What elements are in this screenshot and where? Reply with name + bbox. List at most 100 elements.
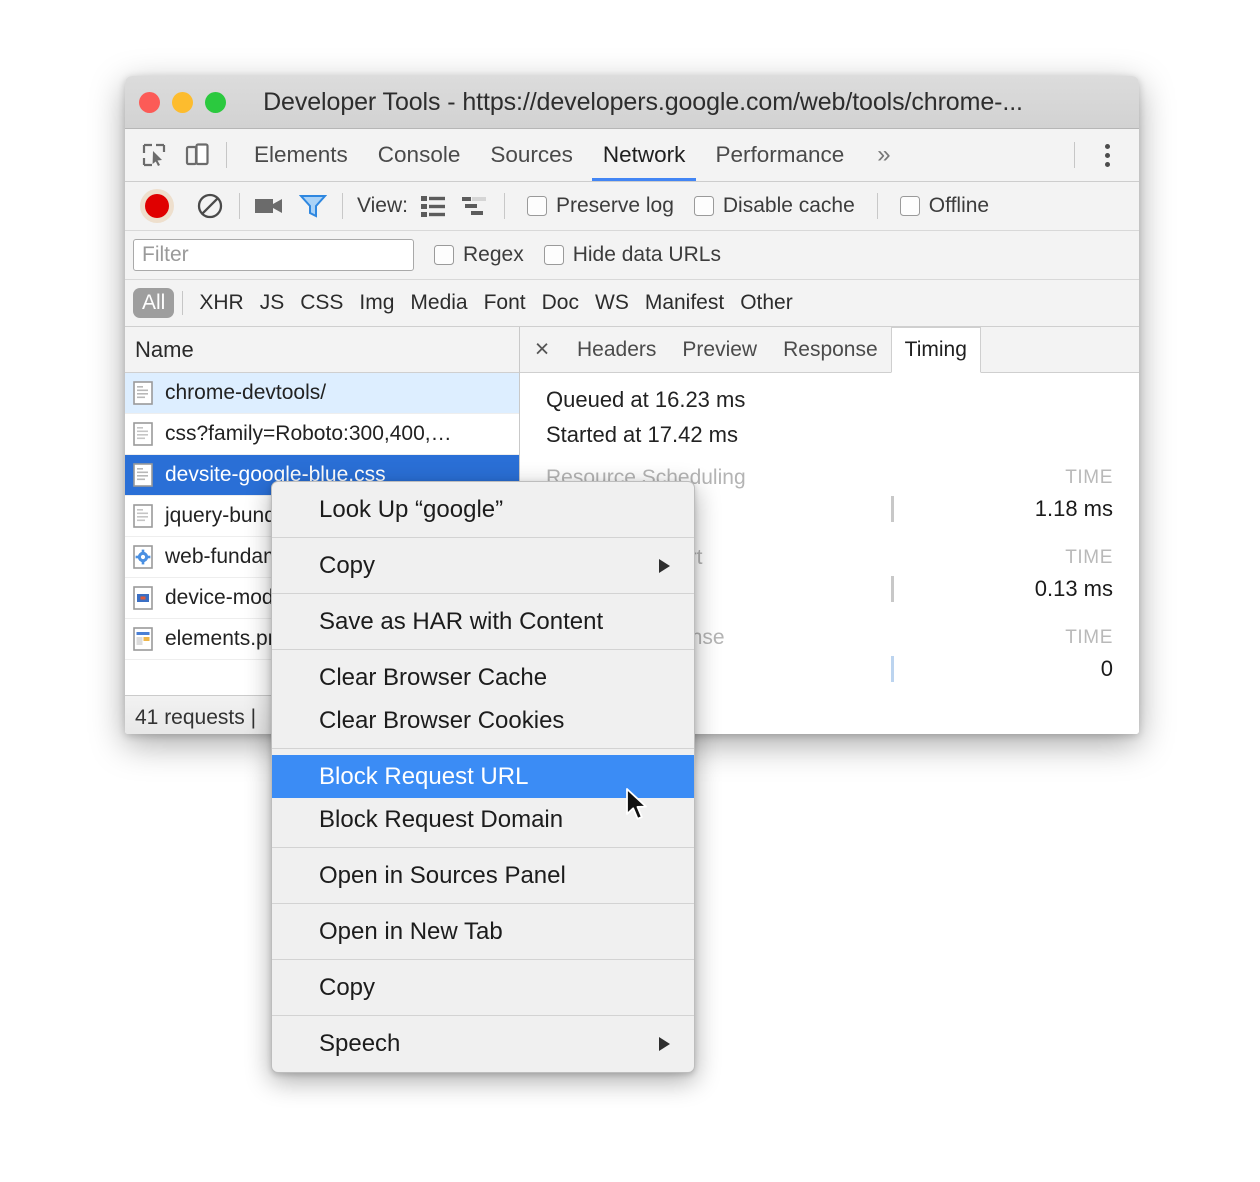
menu-separator [272, 903, 694, 904]
type-filter-js[interactable]: JS [252, 291, 293, 315]
preserve-log-checkbox[interactable]: Preserve log [526, 194, 674, 218]
tab-headers-label: Headers [577, 337, 657, 361]
type-filter-doc[interactable]: Doc [534, 291, 587, 315]
list-view-button[interactable] [416, 189, 450, 223]
regex-box[interactable] [434, 245, 454, 265]
menu-separator [272, 959, 694, 960]
type-filter-xhr[interactable]: XHR [191, 291, 251, 315]
chevron-right-icon [659, 1036, 670, 1051]
document-icon [133, 422, 153, 446]
type-filter-media[interactable]: Media [402, 291, 475, 315]
table-row[interactable]: css?family=Roboto:300,400,… [125, 414, 519, 455]
regex-label: Regex [463, 243, 524, 266]
chevron-right-icon [659, 558, 670, 573]
menu-item-open-in-new-tab-label: Open in New Tab [319, 917, 503, 945]
disable-cache-checkbox[interactable]: Disable cache [693, 194, 855, 218]
tab-performance-label: Performance [715, 142, 845, 167]
regex-checkbox[interactable]: Regex [434, 243, 524, 267]
kebab-dot-3 [1104, 161, 1110, 167]
menu-item-block-request-domain-label: Block Request Domain [319, 805, 564, 833]
tab-sources[interactable]: Sources [475, 129, 588, 181]
offline-box[interactable] [899, 196, 920, 216]
tab-console[interactable]: Console [363, 129, 476, 181]
zoom-window-button[interactable] [205, 91, 226, 113]
type-filter-font[interactable]: Font [476, 291, 534, 315]
request-count-label: 41 requests | [135, 706, 257, 729]
menu-item-open-in-new-tab[interactable]: Open in New Tab [272, 910, 694, 953]
type-filter-other[interactable]: Other [732, 291, 801, 315]
hide-data-urls-box[interactable] [543, 245, 564, 265]
offline-checkbox[interactable]: Offline [899, 194, 990, 218]
tab-timing-label: Timing [904, 338, 967, 361]
devtools-tab-bar: Elements Console Sources Network Perform… [125, 129, 1139, 182]
timing-value: 0 [1100, 656, 1113, 681]
type-filter-css[interactable]: CSS [292, 291, 351, 315]
filter-input[interactable]: Filter [133, 239, 414, 271]
menu-item-save-har-label: Save as HAR with Content [319, 607, 604, 635]
timing-value: 1.18 ms [1034, 496, 1113, 521]
kebab-dot-2 [1104, 152, 1110, 158]
type-filter-row: All XHR JS CSS Img Media Font Doc WS Man… [125, 280, 1139, 327]
timing-value: 0.13 ms [1034, 576, 1113, 601]
menu-item-open-in-sources-panel-label: Open in Sources Panel [319, 861, 566, 889]
tab-preview[interactable]: Preview [669, 327, 770, 372]
table-row[interactable]: chrome-devtools/ [125, 373, 519, 414]
detail-tab-bar: × Headers Preview Response Timing [520, 327, 1139, 373]
menu-item-copy[interactable]: Copy [272, 966, 694, 1009]
tab-elements[interactable]: Elements [239, 129, 363, 181]
close-window-button[interactable] [139, 91, 160, 113]
device-toolbar-icon[interactable] [180, 138, 214, 172]
menu-item-block-request-url[interactable]: Block Request URL [272, 755, 694, 798]
type-filter-img[interactable]: Img [351, 291, 402, 315]
kebab-menu-icon[interactable] [1087, 129, 1127, 181]
document-icon [133, 463, 153, 487]
menu-item-speech[interactable]: Speech [272, 1022, 694, 1065]
document-icon [133, 504, 153, 528]
camera-button[interactable] [252, 189, 286, 223]
clear-button[interactable] [193, 189, 227, 223]
record-button[interactable] [145, 194, 169, 218]
menu-item-look-up[interactable]: Look Up “google” [272, 488, 694, 531]
menu-item-clear-browser-cookies[interactable]: Clear Browser Cookies [272, 699, 694, 742]
type-filter-all[interactable]: All [133, 288, 175, 318]
timing-bar [891, 496, 894, 522]
offline-label: Offline [928, 194, 990, 217]
type-filter-manifest[interactable]: Manifest [637, 291, 732, 315]
filter-funnel-button[interactable] [296, 189, 330, 223]
gear-document-icon [133, 545, 153, 569]
tab-response[interactable]: Response [770, 327, 891, 372]
waterfall-view-button[interactable] [458, 189, 492, 223]
tab-timing[interactable]: Timing [890, 327, 981, 373]
tab-bar-divider-right [1074, 142, 1075, 168]
request-name: css?family=Roboto:300,400,… [165, 422, 452, 445]
menu-item-open-in-sources-panel[interactable]: Open in Sources Panel [272, 854, 694, 897]
menu-item-copy-submenu[interactable]: Copy [272, 544, 694, 587]
menu-item-save-har[interactable]: Save as HAR with Content [272, 600, 694, 643]
name-column-header[interactable]: Name [125, 327, 519, 373]
tab-bar-tool-icons [125, 129, 214, 181]
preserve-log-box[interactable] [526, 196, 547, 216]
tab-bar-right [1062, 129, 1139, 181]
menu-item-clear-browser-cookies-label: Clear Browser Cookies [319, 706, 565, 734]
tab-performance[interactable]: Performance [700, 129, 859, 181]
tab-network[interactable]: Network [588, 129, 701, 181]
disable-cache-box[interactable] [693, 196, 714, 216]
tab-console-label: Console [377, 142, 461, 167]
timing-time-header: TIME [1065, 467, 1113, 488]
screenshot-root: Developer Tools - https://developers.goo… [0, 0, 1260, 1182]
type-filter-ws[interactable]: WS [587, 291, 637, 315]
menu-item-copy-submenu-label: Copy [319, 551, 376, 579]
tab-overflow-button[interactable]: » [859, 129, 908, 181]
menu-item-block-request-domain[interactable]: Block Request Domain [272, 798, 694, 841]
timing-bar [891, 576, 894, 602]
menu-item-look-up-label: Look Up “google” [319, 495, 504, 523]
menu-item-speech-label: Speech [319, 1029, 401, 1057]
queued-at-text: Queued at 16.23 ms [546, 387, 746, 412]
minimize-window-button[interactable] [172, 91, 193, 113]
hide-data-urls-checkbox[interactable]: Hide data URLs [543, 243, 721, 267]
menu-item-clear-browser-cache[interactable]: Clear Browser Cache [272, 656, 694, 699]
tab-headers[interactable]: Headers [564, 327, 669, 372]
inspect-element-icon[interactable] [137, 138, 171, 172]
image-document-icon [133, 627, 153, 651]
close-icon[interactable]: × [520, 327, 564, 372]
